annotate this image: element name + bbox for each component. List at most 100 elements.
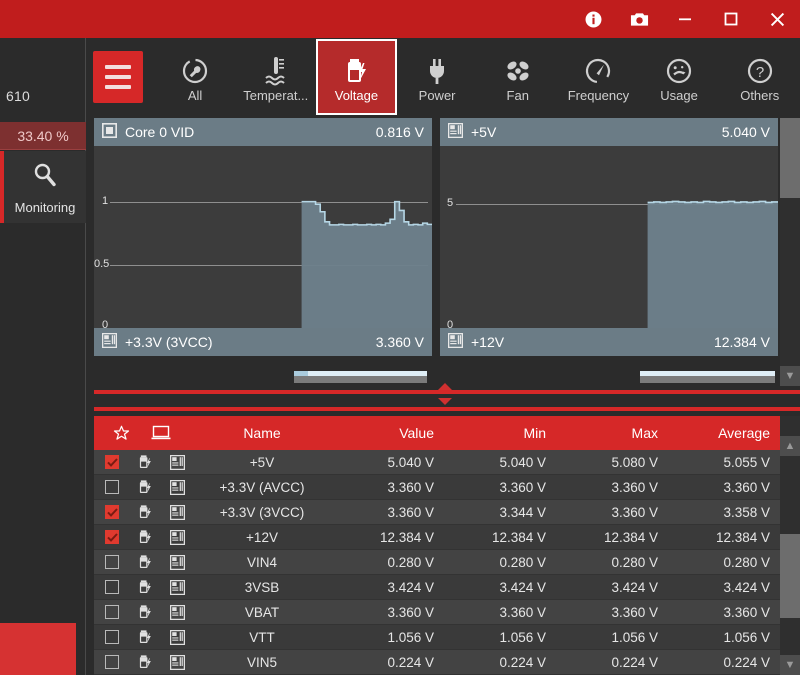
- table-row[interactable]: +12V 12.384 V 12.384 V 12.384 V 12.384 V: [94, 525, 780, 550]
- row-checkbox[interactable]: [94, 480, 130, 494]
- table-row[interactable]: VIN5 0.224 V 0.224 V 0.224 V 0.224 V: [94, 650, 780, 675]
- splitter-down-arrow[interactable]: [438, 398, 452, 405]
- table-row[interactable]: +5V 5.040 V 5.040 V 5.080 V 5.055 V: [94, 450, 780, 475]
- scroll-down-arrow[interactable]: ▼: [780, 366, 800, 386]
- y-tick-label: 0: [102, 319, 109, 328]
- row-checkbox[interactable]: [94, 530, 130, 544]
- graph-area: Core 0 VID 0.816 V 1 0.5 0 +3.3V (3VCC) …: [94, 118, 780, 356]
- graph-header[interactable]: +5V 5.040 V: [440, 118, 778, 146]
- row-checkbox[interactable]: [94, 455, 130, 469]
- column-header-average[interactable]: Average: [668, 425, 780, 441]
- row-value: 5.040 V: [387, 454, 434, 470]
- minimize-button[interactable]: [662, 0, 708, 38]
- scrollbar-thumb[interactable]: [780, 534, 800, 618]
- row-average: 1.056 V: [723, 629, 770, 645]
- row-max: 5.080 V: [611, 454, 658, 470]
- battery-bolt-icon: [130, 454, 162, 470]
- table-row[interactable]: VBAT 3.360 V 3.360 V 3.360 V 3.360 V: [94, 600, 780, 625]
- motherboard-icon: [162, 454, 192, 470]
- sidebar-item-monitoring[interactable]: Monitoring: [0, 151, 86, 223]
- panel-splitter[interactable]: [94, 383, 800, 412]
- tab-fan[interactable]: Fan: [477, 38, 558, 116]
- tab-frequency[interactable]: Frequency: [558, 38, 639, 116]
- graph-canvas: 1 0.5 0: [94, 146, 432, 328]
- scroll-down-arrow[interactable]: ▼: [780, 655, 800, 675]
- row-checkbox[interactable]: [94, 555, 130, 569]
- row-checkbox[interactable]: [94, 605, 130, 619]
- tab-power[interactable]: Power: [397, 38, 478, 116]
- graph-footer[interactable]: +12V 12.384 V: [440, 328, 778, 356]
- row-checkbox[interactable]: [94, 505, 130, 519]
- table-row[interactable]: +3.3V (AVCC) 3.360 V 3.360 V 3.360 V 3.360 V: [94, 475, 780, 500]
- graph-panel-plus5v: +5V 5.040 V 5 0 +12V 12.384 V: [440, 118, 778, 356]
- sidebar-red-block[interactable]: [0, 623, 76, 675]
- graph-value: 0.816 V: [375, 124, 424, 140]
- column-header-max[interactable]: Max: [556, 425, 668, 441]
- row-checkbox[interactable]: [94, 655, 130, 669]
- svg-text:?: ?: [756, 64, 764, 81]
- scroll-up-arrow[interactable]: ▲: [780, 436, 800, 456]
- row-name: 3VSB: [244, 579, 280, 595]
- table-row[interactable]: VTT 1.056 V 1.056 V 1.056 V 1.056 V: [94, 625, 780, 650]
- graph-name: Core 0 VID: [125, 124, 195, 140]
- sensor-table: Name Value Min Max Average +5V 5.040 V 5.0…: [94, 416, 780, 675]
- graph-name: +5V: [471, 124, 497, 140]
- info-icon[interactable]: [570, 0, 616, 38]
- motherboard-icon: [162, 554, 192, 570]
- tab-label: Frequency: [567, 87, 630, 103]
- splitter-up-arrow[interactable]: [438, 383, 452, 390]
- graph-value: 12.384 V: [713, 334, 770, 350]
- power-plug-icon: [422, 52, 452, 86]
- graph-value: 3.360 V: [375, 334, 424, 350]
- graph-canvas: 5 0: [440, 146, 778, 328]
- motherboard-icon: [162, 604, 192, 620]
- battery-bolt-icon: [341, 52, 371, 86]
- tab-temperature[interactable]: Temperat...: [235, 38, 316, 116]
- row-max: 0.280 V: [611, 554, 658, 570]
- row-checkbox[interactable]: [94, 580, 130, 594]
- maximize-button[interactable]: [708, 0, 754, 38]
- scrollbar-thumb[interactable]: [780, 118, 800, 198]
- row-checkbox[interactable]: [94, 630, 130, 644]
- column-header-value[interactable]: Value: [332, 425, 444, 441]
- table-row[interactable]: +3.3V (3VCC) 3.360 V 3.344 V 3.360 V 3.358 V: [94, 500, 780, 525]
- battery-bolt-icon: [130, 579, 162, 595]
- tab-usage[interactable]: Usage: [639, 38, 720, 116]
- tab-all[interactable]: All: [155, 38, 236, 116]
- tab-voltage[interactable]: Voltage: [316, 39, 397, 115]
- row-average: 5.055 V: [723, 454, 770, 470]
- row-min: 3.360 V: [499, 604, 546, 620]
- motherboard-icon: [162, 504, 192, 520]
- row-max: 3.360 V: [611, 479, 658, 495]
- tab-others[interactable]: ? Others: [719, 38, 800, 116]
- row-max: 3.360 V: [611, 604, 658, 620]
- graph-value: 5.040 V: [721, 124, 770, 140]
- row-name: VIN4: [246, 554, 277, 570]
- star-icon[interactable]: [94, 425, 130, 442]
- mini-strip[interactable]: [640, 371, 775, 383]
- graph-scrollbar[interactable]: ▲ ▼: [780, 118, 800, 386]
- graph-header[interactable]: Core 0 VID 0.816 V: [94, 118, 432, 146]
- y-tick-label: 1: [102, 195, 109, 207]
- row-value: 3.360 V: [387, 479, 434, 495]
- close-button[interactable]: [754, 0, 800, 38]
- monitor-icon[interactable]: [130, 425, 192, 441]
- column-header-min[interactable]: Min: [444, 425, 556, 441]
- screenshot-icon[interactable]: [616, 0, 662, 38]
- table-scrollbar[interactable]: ▲ ▼: [780, 416, 800, 675]
- table-row[interactable]: VIN4 0.280 V 0.280 V 0.280 V 0.280 V: [94, 550, 780, 575]
- motherboard-icon: [162, 654, 192, 670]
- mini-strip[interactable]: [294, 371, 427, 383]
- tab-label: Temperat...: [243, 87, 309, 103]
- row-name: VIN5: [246, 654, 277, 670]
- graph-footer[interactable]: +3.3V (3VCC) 3.360 V: [94, 328, 432, 356]
- menu-button[interactable]: [93, 51, 143, 103]
- table-row[interactable]: 3VSB 3.424 V 3.424 V 3.424 V 3.424 V: [94, 575, 780, 600]
- motherboard-icon: [447, 332, 464, 351]
- row-min: 0.280 V: [499, 554, 546, 570]
- column-header-name[interactable]: Name: [192, 425, 332, 441]
- row-name: +5V: [249, 454, 275, 470]
- row-value: 3.360 V: [387, 604, 434, 620]
- graph-name: +12V: [471, 334, 505, 350]
- row-min: 12.384 V: [491, 529, 546, 545]
